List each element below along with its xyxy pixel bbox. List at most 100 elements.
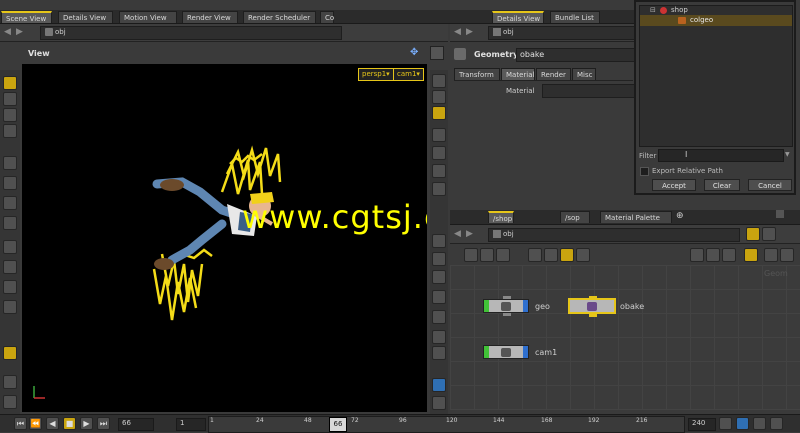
normals-icon[interactable] [432,234,446,248]
camera-view-icon[interactable] [432,396,446,410]
zoom-icon[interactable] [764,248,778,262]
cancel-button[interactable]: Cancel [748,179,792,191]
list-mode-icon[interactable] [464,248,478,262]
snapshot-icon[interactable] [432,378,446,392]
back-arrow-icon[interactable]: ◀ [454,27,461,37]
network-path-field[interactable]: obj [488,228,740,242]
point-snap-icon[interactable] [3,300,17,314]
tree-row-colgeo[interactable]: colgeo [640,15,792,26]
camera-tool-icon[interactable] [3,216,17,230]
tab-details-view-right[interactable]: Details View [492,11,544,23]
display-options-icon[interactable] [3,395,17,409]
viewer-options-icon[interactable] [430,46,444,60]
network-box-icon[interactable] [576,248,590,262]
network-canvas[interactable]: Geom geo obake cam1 [450,265,800,410]
select-tool-icon[interactable] [3,76,17,90]
lighting-icon[interactable] [432,106,446,120]
frame-marker[interactable]: 66 [329,417,347,432]
points-icon[interactable] [432,252,446,266]
dependency-icon[interactable] [722,248,736,262]
node-cam1[interactable] [483,345,529,359]
expand-icon[interactable]: ⊟ [650,6,656,14]
ortho-icon[interactable] [432,346,446,360]
tree-row-shop[interactable]: ⊟ shop [640,6,792,15]
node-geo[interactable] [483,296,529,316]
snap-tool-icon[interactable] [3,260,17,274]
filter-dropdown-icon[interactable]: ▼ [785,151,790,158]
add-tab-icon[interactable]: ⊕ [676,211,684,221]
back-arrow-icon[interactable]: ◀ [454,229,461,239]
frame-all-icon[interactable] [780,248,794,262]
background-icon[interactable] [744,248,758,262]
tile-mode-icon[interactable] [480,248,494,262]
rotate-tool-icon[interactable] [3,108,17,122]
wireframe-icon[interactable] [432,74,446,88]
layout-icon[interactable] [528,248,542,262]
scale-tool-icon[interactable] [3,124,17,138]
network-settings-icon[interactable] [762,227,776,241]
filter-input[interactable]: I [658,149,784,162]
accept-button[interactable]: Accept [652,179,696,191]
pin-icon[interactable] [746,227,760,241]
primitives-icon[interactable] [432,270,446,284]
transform-tool-icon[interactable] [3,92,17,106]
grid-icon[interactable] [432,290,446,304]
node-obake[interactable] [568,296,616,317]
jump-start-icon[interactable]: ⏮ [14,417,27,430]
grid-snap-net-icon[interactable] [544,248,558,262]
param-tab-material[interactable]: Material [501,68,535,80]
tab-render-scheduler[interactable]: Render Scheduler [243,11,316,23]
tab-bundle-list[interactable]: Bundle List [550,11,600,23]
back-arrow-icon[interactable]: ◀ [4,27,11,37]
tab-sop[interactable]: /sop [560,211,590,223]
snap-icon[interactable]: ✥ [410,47,424,59]
realtime-icon[interactable] [719,417,732,430]
step-back-icon[interactable]: ⏪ [29,417,42,430]
tab-motion-view[interactable]: Motion View [119,11,177,23]
view-tool-icon[interactable] [3,196,17,210]
tab-render-view[interactable]: Render View [182,11,238,23]
texture-icon[interactable] [432,164,446,178]
light-icon[interactable] [432,128,446,142]
tree-mode-icon[interactable] [496,248,510,262]
viewport[interactable]: persp1▾ cam1▾ www.cgtsj.com [22,64,427,412]
grid-snap-icon[interactable] [3,280,17,294]
tab-co[interactable]: Co [320,11,334,23]
play-reverse-icon[interactable]: ◀ [46,417,59,430]
param-tab-transform-label[interactable]: Transform [454,68,500,80]
handle-tool-icon[interactable] [3,176,17,190]
start-frame-field[interactable]: 1 [176,418,206,431]
clear-button[interactable]: Clear [704,179,740,191]
keys-icon[interactable] [753,417,766,430]
shading-icon[interactable] [432,90,446,104]
operator-tree[interactable]: ⊟ shop colgeo [639,5,793,147]
color-palette-icon[interactable] [690,248,704,262]
headlight-icon[interactable] [432,146,446,160]
ghost-icon[interactable] [432,182,446,196]
tab-shop[interactable]: /shop [488,211,514,223]
node-name-field[interactable]: obake [516,48,635,62]
pose-tool-icon[interactable] [3,156,17,170]
play-icon[interactable]: ▶ [80,417,93,430]
magnet-tool-icon[interactable] [3,240,17,254]
path-field-right[interactable]: obj [488,26,635,40]
playback-options-icon[interactable] [770,417,783,430]
note-icon[interactable] [560,248,574,262]
param-tab-misc[interactable]: Misc [572,68,596,80]
tab-material-palette[interactable]: Material Palette [600,211,672,223]
forward-arrow-icon[interactable]: ▶ [16,27,23,37]
audio-icon[interactable] [736,417,749,430]
jump-end-icon[interactable]: ⏭ [97,417,110,430]
end-frame-field[interactable]: 240 [688,418,716,431]
forward-arrow-icon[interactable]: ▶ [466,229,473,239]
material-field[interactable] [542,84,635,98]
timeline-ruler[interactable]: 1 24 48 72 96 120 144 168 192 216 66 [208,416,685,433]
stop-icon[interactable]: ■ [63,417,76,430]
bg-image-icon[interactable] [432,330,446,344]
path-field[interactable]: obj [40,26,342,40]
param-tab-render[interactable]: Render [536,68,571,80]
tab-details-view[interactable]: Details View [58,11,113,23]
current-frame-field[interactable]: 66 [118,418,154,431]
forward-arrow-icon[interactable]: ▶ [466,27,473,37]
export-relative-checkbox[interactable] [640,167,649,176]
